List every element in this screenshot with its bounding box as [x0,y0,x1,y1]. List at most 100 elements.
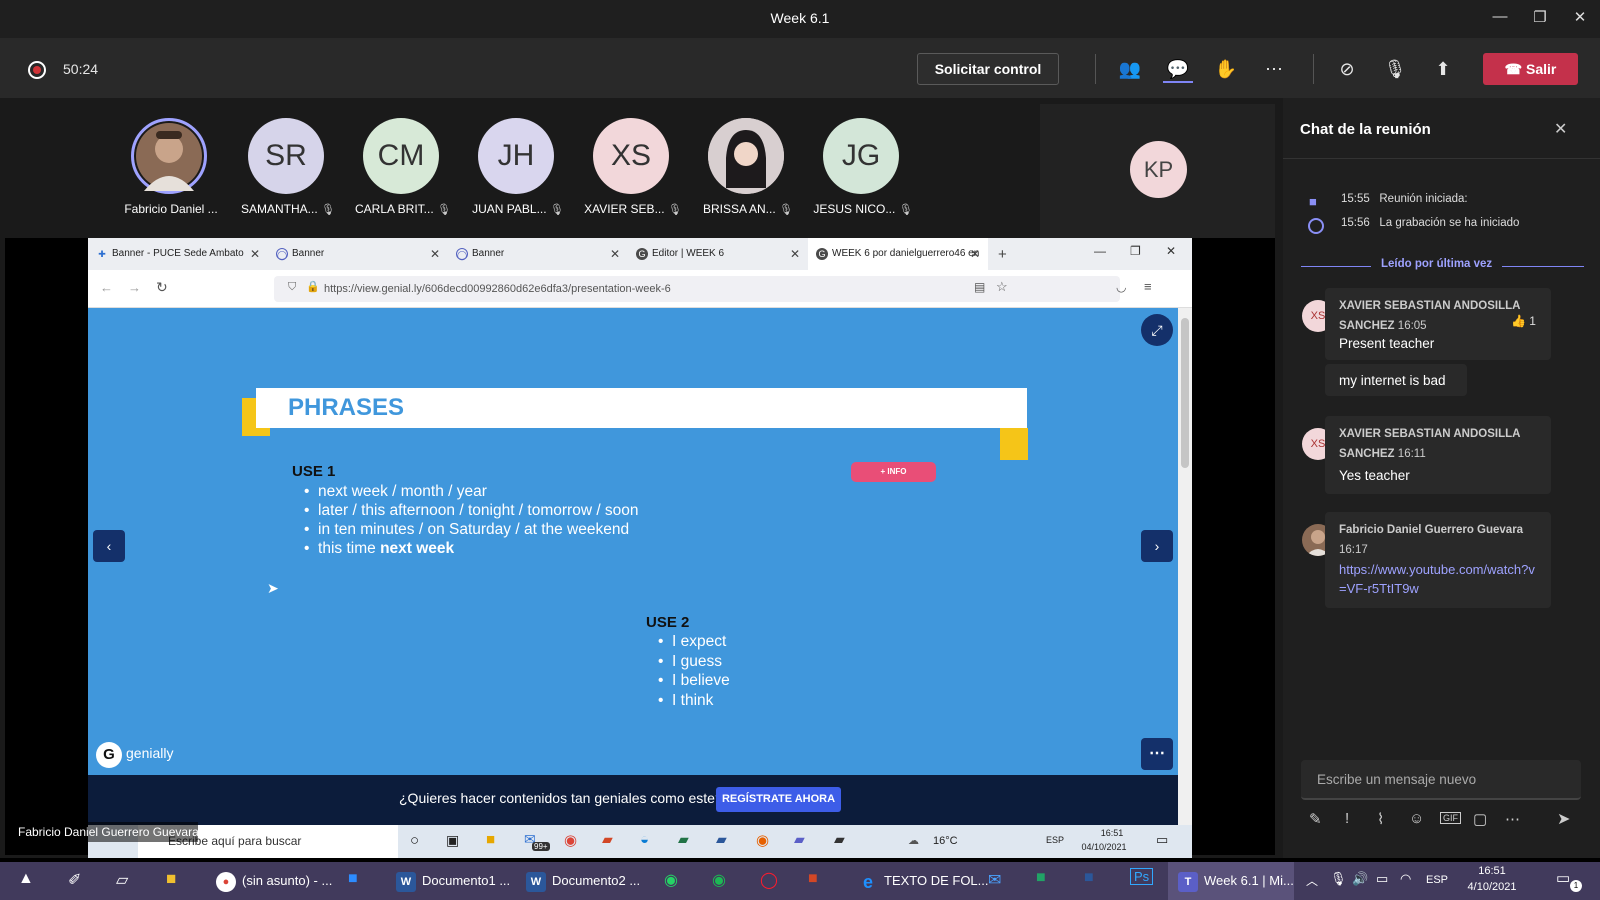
participant-tile[interactable]: SR SAMANTHA... 🎙 [229,110,347,230]
firefox-icon[interactable]: ◉ [756,831,769,849]
browser-tab[interactable]: ◯ Banner ✕ [448,238,628,270]
important-icon[interactable]: ! [1345,810,1349,827]
battery-icon[interactable]: ▭ [1376,871,1388,887]
chrome-icon[interactable]: ◉ [564,831,577,849]
taskbar-lang[interactable]: ESP [1426,874,1448,886]
edge-icon[interactable]: ◒ [640,831,649,848]
restore-icon[interactable]: ❐ [1520,8,1560,30]
like-reaction-icon[interactable]: 👍 1 [1511,314,1536,328]
excel-icon[interactable]: ▰ [678,831,689,848]
chat-close-icon[interactable]: ✕ [1554,119,1567,139]
mic-off-icon[interactable]: 🎙 [1380,55,1410,83]
reactions-icon[interactable]: ✋ [1211,55,1241,83]
participant-tile[interactable]: XS XAVIER SEB... 🎙 [574,110,692,230]
cortana-icon[interactable]: ○ [410,832,419,849]
chat-message[interactable]: XAVIER SEBASTIAN ANDOSILLA SANCHEZ 16:05… [1325,288,1551,360]
next-slide-button[interactable]: › [1141,530,1173,562]
close-icon[interactable]: ✕ [1560,8,1600,30]
browser-tab[interactable]: ◯ Banner ✕ [268,238,448,270]
chat-message[interactable]: Fabricio Daniel Guerrero Guevara 16:17 h… [1325,512,1551,608]
genially-brand[interactable]: genially [126,745,173,761]
teams-icon[interactable]: ▰ [794,831,805,848]
participant-tile[interactable]: BRISSA AN... 🎙 [689,110,807,230]
notification-center-icon[interactable]: ▭ [1556,869,1570,887]
forward-icon[interactable]: → [128,280,141,295]
notes-icon[interactable]: ▱ [116,870,128,890]
taskbar-app-word2[interactable]: W Documento2 ... [526,862,640,900]
register-button[interactable]: REGÍSTRATE AHORA [716,787,841,812]
reader-icon[interactable]: ▤ [974,280,985,294]
powerpoint-icon[interactable]: ▰ [602,831,613,848]
attach-icon[interactable]: ⌇ [1377,810,1384,828]
browser-minimize-icon[interactable]: — [1094,244,1106,258]
message-link[interactable]: https://www.youtube.com/watch?v=VF-r5TtI… [1339,560,1539,598]
taskbar-app-edge[interactable]: e TEXTO DE FOL... [858,862,989,900]
chat-message[interactable]: XAVIER SEBASTIAN ANDOSILLA SANCHEZ 16:11… [1325,416,1551,494]
scrollbar-thumb[interactable] [1181,318,1189,468]
format-icon[interactable]: ✎ [1309,810,1322,828]
more-options-icon[interactable]: ⋯ [1141,738,1173,770]
app-launcher-icon[interactable]: ▲ [18,870,34,888]
spotify-icon[interactable]: ◉ [712,870,726,890]
powerpoint-icon[interactable]: ■ [808,870,818,888]
reload-icon[interactable]: ↻ [156,279,168,296]
pocket-icon[interactable]: ◡ [1116,280,1126,294]
participant-tile[interactable]: Fabricio Daniel ... [112,110,230,230]
menu-icon[interactable]: ≡ [1144,279,1152,294]
inner-notification-icon[interactable]: ▭ [1156,832,1168,848]
taskbar-time[interactable]: 16:51 [1454,865,1530,877]
scrollbar[interactable] [1178,308,1192,825]
sticker-icon[interactable]: ▢ [1473,810,1487,828]
participant-tile[interactable]: JH JUAN PABL... 🎙 [459,110,577,230]
request-control-button[interactable]: Solicitar control [917,53,1059,85]
browser-restore-icon[interactable]: ❐ [1130,244,1141,258]
word-icon[interactable]: ▰ [716,831,727,848]
participants-icon[interactable]: 👥 [1115,55,1145,83]
share-tray-icon[interactable]: ⬆ [1428,55,1458,83]
more-options-icon[interactable]: ⋯ [1505,810,1520,828]
excel-icon[interactable]: ■ [1036,869,1046,887]
zoom-icon[interactable]: ■ [348,870,358,888]
mic-tray-icon[interactable]: 🎙 [1330,871,1347,887]
emoji-icon[interactable]: ☺ [1409,810,1424,827]
browser-tab-active[interactable]: G WEEK 6 por danielguerrero46 en ✕ [808,238,988,270]
task-view-icon[interactable]: ▣ [446,832,459,849]
browser-tab[interactable]: G Editor | WEEK 6 ✕ [628,238,808,270]
new-tab-icon[interactable]: + [998,246,1007,263]
gif-icon[interactable]: GIF [1440,812,1461,824]
compose-input[interactable]: Escribe un mensaje nuevo [1301,760,1581,800]
spotlight-avatar[interactable]: KP [1130,141,1187,198]
app-icon[interactable]: ▰ [834,831,845,848]
whatsapp-icon[interactable]: ◉ [664,870,678,890]
taskbar-app-teams[interactable]: T Week 6.1 | Mi... [1178,862,1294,900]
opera-icon[interactable]: ◯ [760,870,778,890]
back-icon[interactable]: ← [100,280,113,295]
wifi-icon[interactable]: ◠ [1400,871,1411,887]
more-actions-icon[interactable]: ⋯ [1259,55,1289,83]
prev-slide-button[interactable]: ‹ [93,530,125,562]
taskbar-date[interactable]: 4/10/2021 [1454,881,1530,893]
photoshop-icon[interactable]: Ps [1130,868,1154,885]
volume-icon[interactable]: 🔊 [1352,871,1368,887]
info-button[interactable]: + INFO [851,462,936,482]
scanner-icon[interactable]: ✐ [68,870,81,890]
bookmark-star-icon[interactable]: ☆ [996,279,1008,295]
folder-icon[interactable]: ■ [166,869,176,889]
participant-tile[interactable]: CM CARLA BRIT... 🎙 [344,110,462,230]
word-icon[interactable]: ■ [1084,869,1094,887]
browser-tab[interactable]: ✚ Banner - PUCE Sede Ambato ✕ [88,238,268,270]
browser-close-icon[interactable]: ✕ [1166,244,1176,258]
taskbar-app-chrome[interactable]: ● (sin asunto) - ... [216,862,332,900]
send-icon[interactable]: ➤ [1557,809,1570,829]
minimize-icon[interactable]: — [1480,8,1520,30]
taskbar-app-word1[interactable]: W Documento1 ... [396,862,510,900]
chat-message[interactable]: my internet is bad [1325,364,1467,396]
participant-tile[interactable]: JG JESUS NICO... 🎙 [804,110,922,230]
explorer-icon[interactable]: ■ [486,831,495,848]
tray-chevron-icon[interactable]: ︿ [1306,872,1318,889]
camera-off-icon[interactable]: ⊘ [1332,55,1362,83]
fullscreen-icon[interactable]: ⤢ [1141,314,1173,346]
leave-button[interactable]: ☎ Salir [1483,53,1578,85]
mail-icon[interactable]: ✉ [988,870,1001,890]
chat-icon[interactable]: 💬 [1163,55,1193,83]
